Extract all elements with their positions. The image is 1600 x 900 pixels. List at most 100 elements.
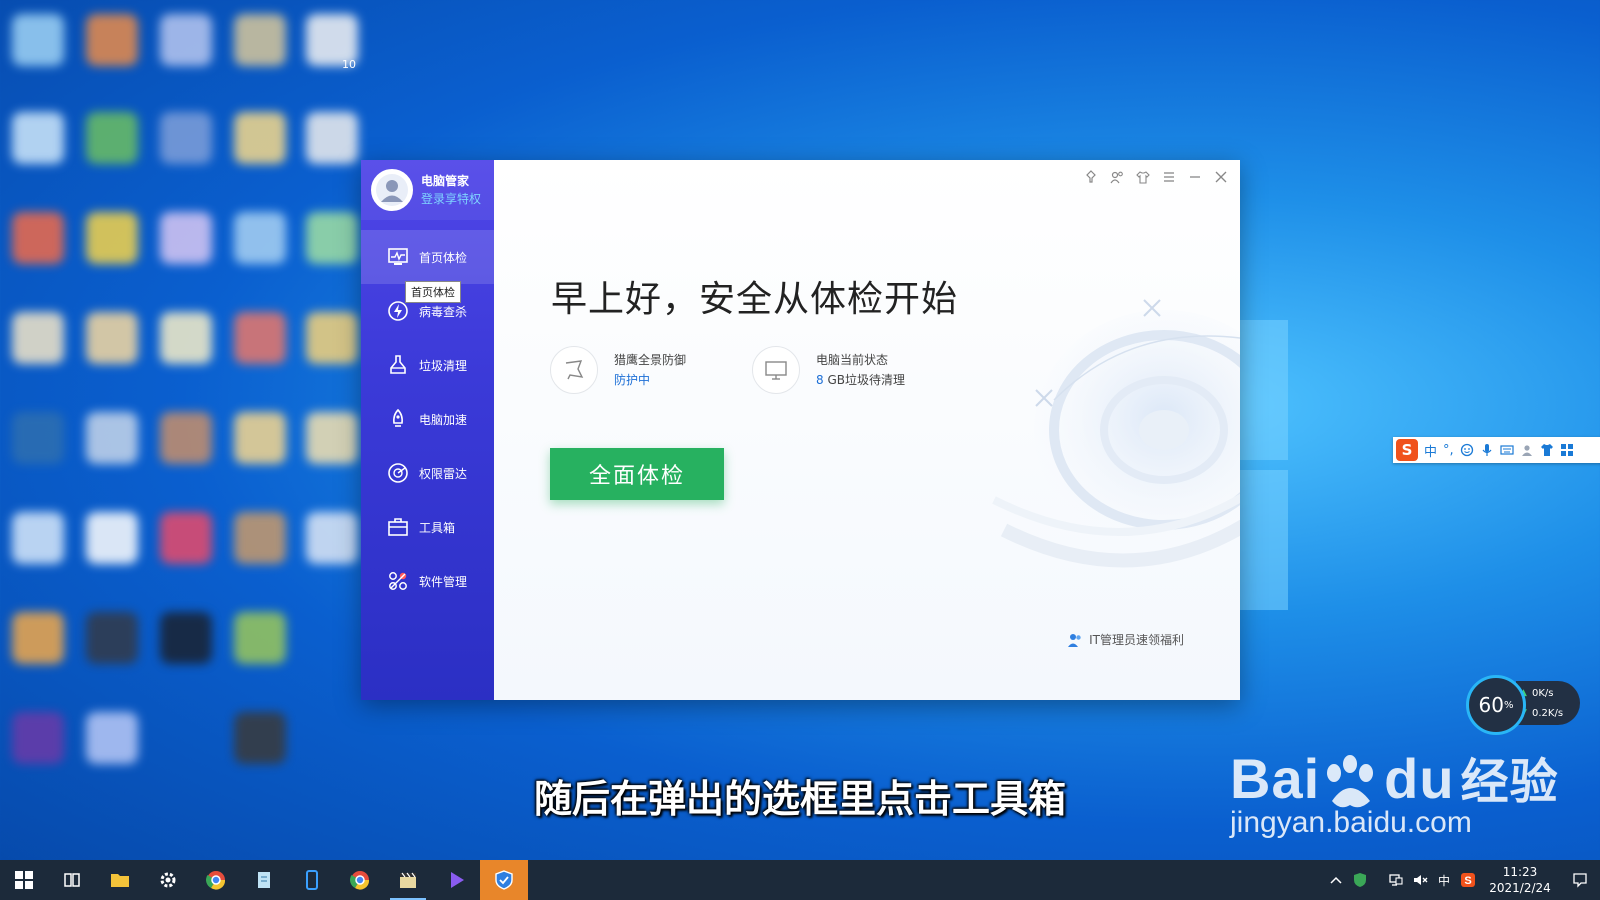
nav-item-junk-clean[interactable]: 垃圾清理	[361, 338, 494, 392]
windows-logo-wallpaper	[1240, 320, 1288, 610]
desktop-icon[interactable]	[86, 412, 138, 464]
desktop-icon[interactable]	[234, 312, 286, 364]
upload-speed: 0K/s	[1532, 688, 1554, 699]
user-icon[interactable]	[1520, 443, 1534, 457]
desktop-icon[interactable]	[306, 312, 358, 364]
nav-label: 病毒查杀	[419, 304, 468, 319]
tray-network-icon[interactable]	[1384, 860, 1408, 900]
it-admin-benefit-link[interactable]: IT管理员速领福利	[1067, 631, 1184, 648]
windows-start-icon	[15, 871, 33, 889]
user-avatar-icon	[376, 174, 408, 206]
nav-item-home-check[interactable]: 首页体检	[361, 230, 494, 284]
desktop-icon[interactable]	[86, 14, 138, 66]
desktop-icon[interactable]	[12, 712, 64, 764]
nav-item-software-manager[interactable]: 软件管理	[361, 554, 494, 608]
nav-label: 软件管理	[419, 574, 468, 589]
tray-volume-muted-icon[interactable]	[1408, 860, 1432, 900]
desktop-icon[interactable]	[306, 112, 358, 164]
tray-security-shield-icon[interactable]	[1348, 860, 1372, 900]
profile-area[interactable]: 电脑管家 登录享特权	[361, 160, 494, 220]
desktop-icon[interactable]	[12, 412, 64, 464]
taskbar-notepad[interactable]	[240, 860, 288, 900]
emoji-icon[interactable]	[1460, 443, 1474, 457]
desktop-icon[interactable]	[160, 14, 212, 66]
desktop-icon[interactable]	[12, 212, 64, 264]
start-button[interactable]	[0, 860, 48, 900]
monitor-pulse-icon	[387, 246, 409, 268]
main-content: 早上好，安全从体检开始 猎鹰全景防御 防护中 电脑当前状态 8 GB垃圾待清理 …	[494, 160, 1240, 700]
taskbar-video-editor[interactable]	[384, 860, 432, 900]
pin-icon[interactable]	[1082, 168, 1100, 186]
toolbox-grid-icon[interactable]	[1560, 443, 1574, 457]
notification-center-icon[interactable]	[1560, 860, 1600, 900]
menu-icon[interactable]	[1160, 168, 1178, 186]
desktop-icon[interactable]	[12, 14, 64, 66]
avatar[interactable]	[371, 169, 413, 211]
svg-text:S: S	[1464, 875, 1471, 887]
friends-icon[interactable]	[1108, 168, 1126, 186]
nav-item-permission-radar[interactable]: 权限雷达	[361, 446, 494, 500]
desktop-icon[interactable]	[86, 612, 138, 664]
desktop-icon[interactable]	[234, 612, 286, 664]
desktop-icon[interactable]	[12, 112, 64, 164]
tray-input-language[interactable]: 中	[1432, 860, 1456, 900]
desktop-icon[interactable]	[234, 512, 286, 564]
desktop-icon[interactable]	[86, 112, 138, 164]
memory-usage-value: 60	[1478, 693, 1504, 717]
nav-item-toolbox[interactable]: 工具箱	[361, 500, 494, 554]
close-icon[interactable]	[1212, 168, 1230, 186]
desktop-icon[interactable]	[160, 312, 212, 364]
monitor-icon	[765, 361, 787, 380]
nav-item-speedup[interactable]: 电脑加速	[361, 392, 494, 446]
desktop-icon[interactable]	[234, 712, 286, 764]
desktop-icon[interactable]	[234, 412, 286, 464]
desktop-icon[interactable]	[306, 412, 358, 464]
taskbar-app-blue[interactable]	[288, 860, 336, 900]
desktop-icon[interactable]	[12, 612, 64, 664]
desktop-icon[interactable]	[12, 312, 64, 364]
taskbar-file-explorer[interactable]	[96, 860, 144, 900]
clock-time: 11:23	[1502, 865, 1538, 879]
desktop-icon[interactable]	[160, 512, 212, 564]
task-view-button[interactable]	[48, 860, 96, 900]
tray-overflow-chevron-up-icon[interactable]	[1324, 860, 1348, 900]
desktop-icon[interactable]	[86, 712, 138, 764]
taskbar-chrome-2[interactable]	[336, 860, 384, 900]
desktop-icon[interactable]	[306, 512, 358, 564]
desktop-icon[interactable]	[160, 212, 212, 264]
taskbar-pc-manager[interactable]	[480, 860, 528, 900]
taskbar-clock[interactable]: 11:23 2021/2/24	[1480, 864, 1560, 896]
keyboard-icon[interactable]	[1500, 443, 1514, 457]
taskbar-settings[interactable]	[144, 860, 192, 900]
nav-label: 首页体检	[419, 250, 468, 265]
desktop-icon[interactable]	[234, 212, 286, 264]
desktop-icon[interactable]	[306, 212, 358, 264]
nav-label: 工具箱	[419, 520, 456, 535]
protection-state: 防护中	[614, 373, 651, 387]
desktop-icon[interactable]	[234, 14, 286, 66]
taskbar-media-player[interactable]	[432, 860, 480, 900]
taskbar-chrome[interactable]	[192, 860, 240, 900]
desktop-icon[interactable]	[86, 212, 138, 264]
skin-shirt-icon[interactable]	[1540, 443, 1554, 457]
full-scan-button[interactable]: 全面体检	[550, 448, 724, 500]
protection-status[interactable]: 猎鹰全景防御 防护中	[550, 346, 686, 394]
desktop-icon[interactable]	[234, 112, 286, 164]
minimize-icon[interactable]	[1186, 168, 1204, 186]
ime-punctuation-toggle[interactable]: °,	[1443, 443, 1454, 458]
desktop-icon[interactable]	[160, 612, 212, 664]
desktop-icon[interactable]	[86, 512, 138, 564]
skin-icon[interactable]	[1134, 168, 1152, 186]
login-link[interactable]: 登录享特权	[421, 190, 481, 208]
baidu-jingyan-watermark: Bai du 经验 jingyan.baidu.com	[1230, 742, 1559, 840]
network-speed-widget[interactable]: ▲ 0K/s ▼ 0.2K/s 60%	[1466, 675, 1580, 735]
desktop-icon[interactable]	[160, 412, 212, 464]
desktop-icon[interactable]	[86, 312, 138, 364]
tray-sogou-icon[interactable]: S	[1456, 860, 1480, 900]
desktop-icon[interactable]	[12, 512, 64, 564]
microphone-icon[interactable]	[1480, 443, 1494, 457]
pc-status[interactable]: 电脑当前状态 8 GB垃圾待清理	[752, 346, 905, 394]
sogou-logo-icon[interactable]: S	[1396, 439, 1418, 461]
desktop-icon[interactable]	[160, 112, 212, 164]
ime-mode-toggle[interactable]: 中	[1424, 441, 1437, 460]
